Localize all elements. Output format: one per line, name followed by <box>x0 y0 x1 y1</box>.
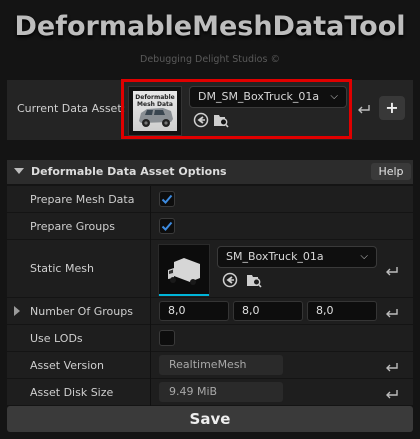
highlight-box <box>121 79 352 139</box>
browse-mesh-icon[interactable] <box>246 272 262 288</box>
use-selected-mesh-icon[interactable] <box>222 272 238 288</box>
prepare-mesh-data-label: Prepare Mesh Data <box>30 193 135 206</box>
save-button[interactable]: Save <box>7 406 413 432</box>
reset-arrow-icon[interactable] <box>385 360 399 372</box>
prepare-mesh-data-checkbox[interactable] <box>159 191 175 207</box>
column-divider <box>150 186 151 410</box>
window-title: DeformableMeshDataTool <box>14 10 406 42</box>
collapse-arrow-icon <box>14 168 24 174</box>
current-asset-label: Current Data Asset: <box>17 102 126 115</box>
static-mesh-value: SM_BoxTruck_01a <box>226 250 324 263</box>
asset-version-label: Asset Version <box>30 359 105 372</box>
help-button[interactable]: Help <box>371 163 411 180</box>
static-mesh-thumbnail[interactable] <box>158 244 210 296</box>
reset-arrow-icon[interactable] <box>385 264 399 276</box>
options-header-label: Deformable Data Asset Options <box>31 165 227 178</box>
groups-field-y[interactable]: 8,0 <box>233 301 303 321</box>
expand-arrow-icon[interactable] <box>14 306 20 316</box>
static-mesh-label: Static Mesh <box>30 262 94 275</box>
checkmark-icon <box>161 194 173 204</box>
thumbnail-accent-bar <box>159 294 209 296</box>
reset-arrow-icon[interactable] <box>385 306 399 318</box>
prepare-groups-label: Prepare Groups <box>30 220 115 233</box>
truck-mesh-icon <box>168 258 200 285</box>
reset-arrow-icon[interactable] <box>385 387 399 399</box>
prepare-mesh-data-row: Prepare Mesh Data <box>7 186 413 212</box>
asset-version-value: RealtimeMesh <box>159 355 283 375</box>
groups-field-x[interactable]: 8,0 <box>159 301 229 321</box>
use-lods-label: Use LODs <box>30 332 83 345</box>
groups-field-z[interactable]: 8,0 <box>307 301 377 321</box>
static-mesh-dropdown[interactable]: SM_BoxTruck_01a ⌵ <box>217 246 377 268</box>
asset-disk-size-value: 9.49 MiB <box>159 382 283 402</box>
add-asset-button[interactable]: + <box>379 96 405 120</box>
checkmark-icon <box>161 221 173 231</box>
prepare-groups-row: Prepare Groups <box>7 213 413 239</box>
chevron-down-icon: ⌵ <box>360 251 368 262</box>
reset-arrow-icon[interactable] <box>357 102 371 114</box>
prepare-groups-checkbox[interactable] <box>159 218 175 234</box>
studio-credit: Debugging Delight Studios © <box>140 54 280 65</box>
number-of-groups-label: Number Of Groups <box>30 305 133 318</box>
use-lods-checkbox[interactable] <box>159 330 175 346</box>
asset-disk-size-label: Asset Disk Size <box>30 386 114 399</box>
use-lods-row: Use LODs <box>7 325 413 351</box>
options-section-header[interactable]: Deformable Data Asset Options Help <box>7 160 413 184</box>
